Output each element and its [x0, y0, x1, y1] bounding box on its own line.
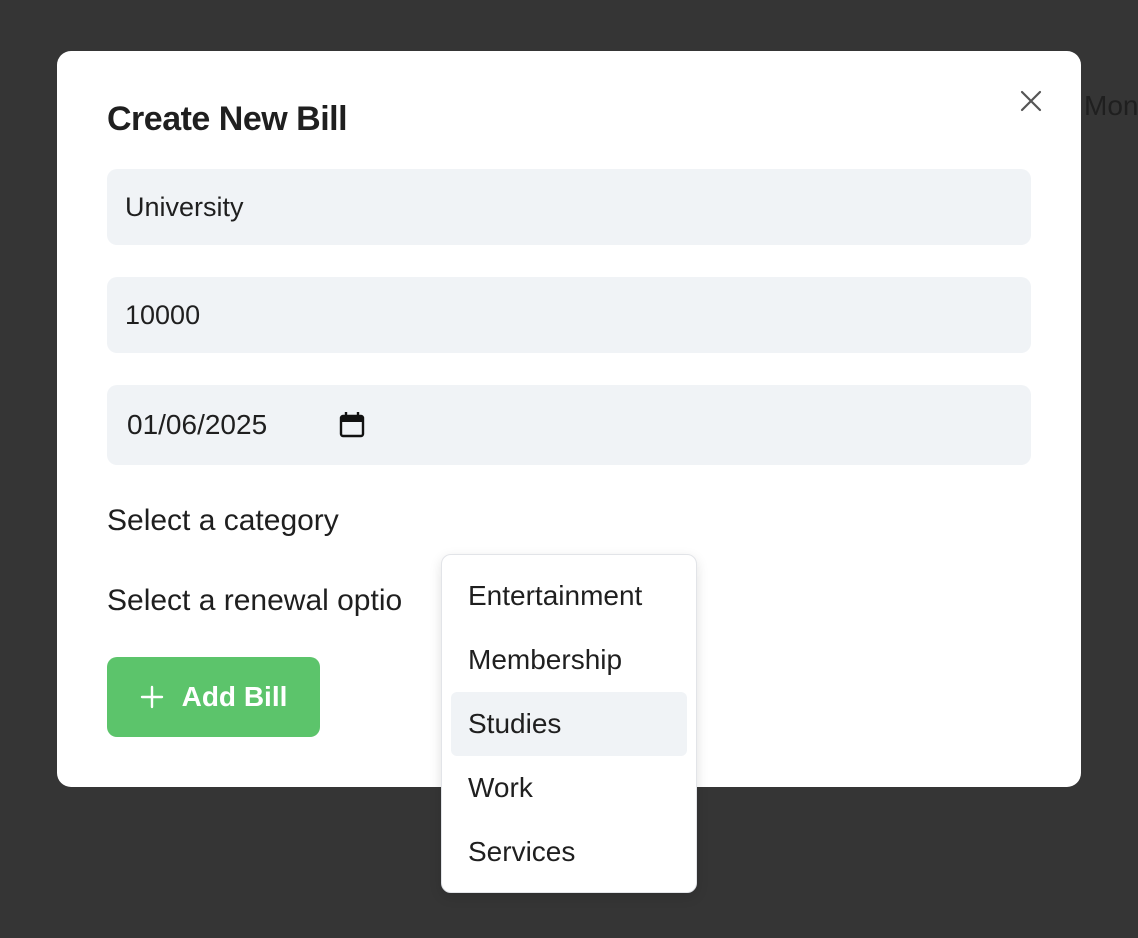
bill-amount-input[interactable]	[107, 277, 1031, 353]
dropdown-option-studies[interactable]: Studies	[451, 692, 687, 756]
close-icon	[1020, 90, 1042, 112]
dropdown-option-work[interactable]: Work	[451, 756, 687, 820]
add-bill-label: Add Bill	[181, 681, 288, 712]
bill-date-input[interactable]: 01/06/2025	[107, 385, 1031, 465]
dropdown-option-entertainment[interactable]: Entertainment	[451, 564, 687, 628]
close-button[interactable]	[1016, 86, 1046, 116]
dropdown-option-services[interactable]: Services	[451, 820, 687, 884]
background-header-text: Mon	[1084, 90, 1138, 121]
calendar-icon[interactable]	[339, 411, 365, 439]
renewal-select[interactable]: Select a renewal optio	[107, 584, 402, 618]
plus-icon	[140, 685, 163, 709]
bill-name-input[interactable]	[107, 169, 1031, 245]
date-value: 01/06/2025	[127, 409, 268, 440]
category-dropdown: Entertainment Membership Studies Work Se…	[441, 554, 697, 893]
dropdown-option-membership[interactable]: Membership	[451, 628, 687, 692]
modal-title: Create New Bill	[107, 100, 348, 138]
add-bill-button[interactable]: Add Bill	[107, 657, 320, 737]
category-select[interactable]: Select a category	[107, 504, 339, 538]
